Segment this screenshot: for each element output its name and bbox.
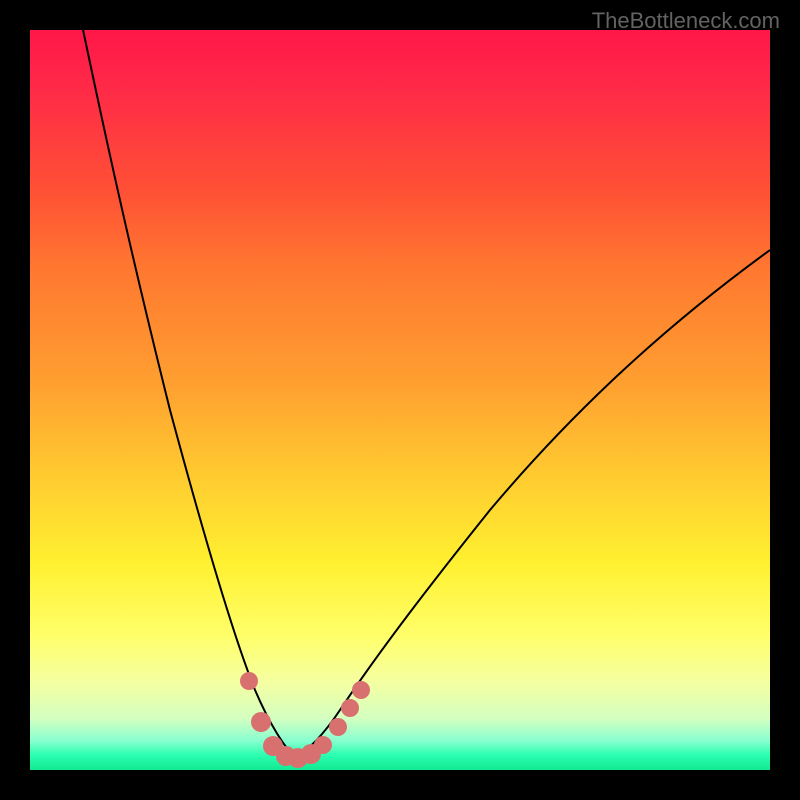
watermark-text: TheBottleneck.com — [592, 8, 780, 34]
plot-area — [30, 30, 770, 770]
gradient-background — [30, 30, 770, 770]
